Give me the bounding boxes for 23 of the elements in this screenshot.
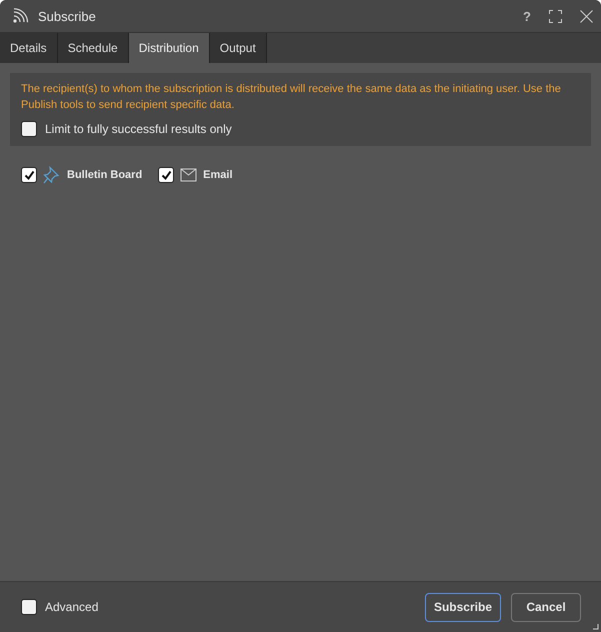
checkbox[interactable]: [21, 167, 37, 183]
tab[interactable]: Output: [210, 33, 267, 63]
checkbox[interactable]: [158, 167, 174, 183]
resize-grip-icon[interactable]: [593, 624, 599, 630]
help-button[interactable]: ?: [523, 8, 531, 24]
checkbox[interactable]: [21, 599, 37, 615]
dialog-button[interactable]: Subscribe: [424, 592, 501, 622]
checkbox-label: Limit to fully successful results only: [45, 122, 232, 136]
close-icon[interactable]: [580, 10, 593, 22]
tab[interactable]: Details: [0, 33, 58, 63]
dialog-button[interactable]: Cancel: [511, 592, 581, 622]
checkbox-label: Advanced: [45, 600, 98, 614]
checkbox[interactable]: [21, 121, 37, 137]
rss-icon: [12, 8, 30, 24]
tab[interactable]: Distribution: [128, 33, 210, 63]
checkbox-label: Bulletin Board: [67, 169, 142, 181]
tab[interactable]: Schedule: [58, 33, 129, 63]
notice-message: The recipient(s) to whom the subscription is distributed will receive the same data as the initiating user. Use the Publish tools to send recipient specific data.: [21, 82, 562, 113]
window-title: Subscribe: [38, 8, 97, 24]
pushpin-icon: [43, 166, 61, 184]
maximize-icon[interactable]: [549, 10, 562, 22]
checkbox-label: Email: [203, 169, 233, 181]
envelope-icon: [180, 168, 198, 182]
